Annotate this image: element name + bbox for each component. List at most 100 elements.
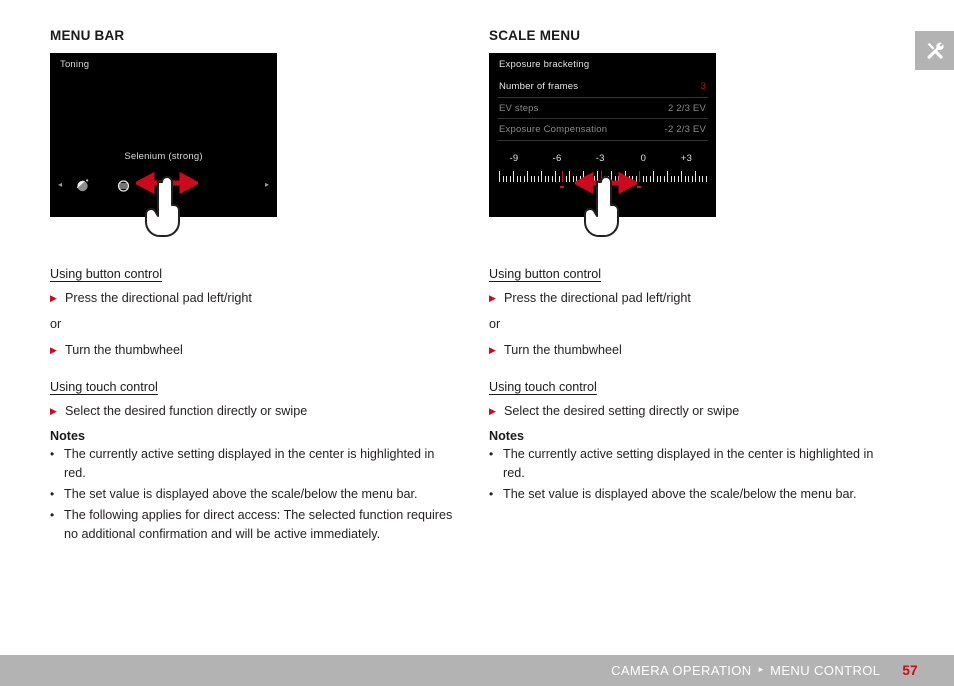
scale-tick-label: +3 — [680, 153, 693, 164]
row-value: 2 2/3 EV — [667, 103, 706, 114]
scale-tick — [583, 171, 585, 182]
scale-tick — [660, 176, 662, 182]
toning-sepia-icon[interactable] — [72, 175, 92, 195]
scale-tick — [499, 171, 500, 182]
scale-tick — [544, 176, 546, 182]
column-scale-menu: SCALE MENU Exposure bracketing Number of… — [489, 28, 919, 506]
triangle-right-icon: ▶ — [50, 345, 57, 355]
note-text: The currently active setting displayed i… — [64, 447, 435, 480]
notes-heading: Notes — [489, 429, 524, 443]
scale-tick — [509, 176, 511, 182]
scale-tick — [698, 176, 700, 182]
step-item: ▶ Turn the thumbwheel — [489, 342, 919, 359]
scale-tick — [558, 176, 560, 182]
scale-tick — [555, 171, 557, 182]
triangle-right-icon: ▶ — [489, 345, 496, 355]
scale-tick — [502, 176, 504, 182]
scale-tick — [572, 176, 574, 182]
row-divider — [497, 140, 708, 141]
scale-tick — [702, 176, 704, 182]
step-text: Press the directional pad left/right — [65, 291, 252, 305]
bullet-dot-icon: • — [489, 487, 494, 501]
scale-tick — [670, 176, 672, 182]
menu-bar-icon-strip[interactable]: ◂ ▸ — [50, 173, 277, 199]
triangle-right-icon: ▶ — [489, 406, 496, 416]
step-item: ▶ Turn the thumbwheel — [50, 342, 480, 359]
scale-tick — [614, 176, 616, 182]
scale-row-number-of-frames[interactable]: Number of frames 3 — [489, 76, 716, 97]
scale-tick-label: -9 — [509, 153, 519, 164]
column-menu-bar: MENU BAR Toning Selenium (strong) ◂ ▸ Us… — [50, 28, 480, 546]
scale-tick — [649, 176, 651, 182]
chevron-left-icon[interactable]: ◂ — [58, 181, 62, 189]
bullet-dot-icon: • — [50, 508, 55, 522]
scale-tick — [565, 176, 567, 182]
scale-tick — [653, 171, 655, 182]
connector-or: or — [50, 317, 62, 331]
camera-screen-scale-menu: Exposure bracketing Number of frames 3 E… — [489, 53, 716, 217]
scale-tick — [604, 176, 606, 182]
instructions-scale-menu: Using button control ▶ Press the directi… — [489, 265, 919, 504]
scale-marker-dot — [560, 186, 565, 188]
scale-tick — [607, 176, 609, 182]
scale-tick — [548, 176, 550, 182]
scale-tick — [674, 176, 676, 182]
breadcrumb-separator-icon: ▸ — [758, 664, 764, 674]
screen-title: Toning — [60, 59, 90, 70]
step-item: ▶ Press the directional pad left/right — [489, 290, 919, 307]
scale-row-exposure-bracketing[interactable]: Exposure bracketing — [489, 54, 716, 75]
note-item: • The set value is displayed above the s… — [50, 485, 480, 504]
subheading-using-button-control: Using button control — [50, 267, 163, 281]
scale-tick — [506, 176, 508, 182]
scale-tick — [579, 176, 581, 182]
subheading-using-touch-control: Using touch control — [489, 380, 597, 394]
scale-tick — [520, 176, 522, 182]
scale-tick — [621, 176, 623, 182]
step-text: Turn the thumbwheel — [504, 343, 622, 357]
scale-tick — [677, 176, 679, 182]
scale-tick — [569, 171, 571, 182]
scale-tick-label: -3 — [595, 153, 605, 164]
step-item: ▶ Select the desired function directly o… — [50, 403, 480, 420]
scale-tick — [551, 176, 553, 182]
scale-tick — [663, 176, 665, 182]
scale-ruler[interactable] — [499, 171, 707, 182]
row-label: Exposure bracketing — [499, 59, 590, 70]
scale-tick — [688, 176, 690, 182]
scale-tick-active — [639, 171, 641, 182]
note-text: The following applies for direct access:… — [64, 508, 453, 541]
scale-marker-dot — [598, 186, 603, 188]
breadcrumb-subsection: MENU CONTROL — [770, 663, 881, 678]
toning-selenium-icon[interactable] — [154, 175, 174, 195]
scale-tick — [656, 176, 658, 182]
toning-blue-icon[interactable] — [113, 175, 133, 195]
notes-heading: Notes — [50, 429, 85, 443]
step-text: Press the directional pad left/right — [504, 291, 691, 305]
scale-tick — [516, 176, 518, 182]
scale-tick — [684, 176, 686, 182]
chevron-right-icon[interactable]: ▸ — [265, 181, 269, 189]
triangle-right-icon: ▶ — [50, 406, 57, 416]
scale-tick-labels: -9 -6 -3 0 +3 — [489, 153, 716, 167]
scale-tick — [523, 176, 525, 182]
scale-tick — [527, 171, 529, 182]
scale-tick-active — [600, 171, 602, 182]
subheading-using-touch-control: Using touch control — [50, 380, 158, 394]
tools-badge[interactable] — [915, 31, 954, 70]
scale-row-exposure-compensation[interactable]: Exposure Compensation -2 2/3 EV — [489, 119, 716, 140]
screen-selected-value: Selenium (strong) — [124, 151, 203, 162]
scale-tick — [618, 176, 620, 182]
row-label: Number of frames — [499, 81, 579, 92]
scale-tick-label: 0 — [640, 153, 647, 164]
scale-tick — [576, 176, 578, 182]
connector-or: or — [489, 317, 501, 331]
scale-tick — [541, 171, 543, 182]
page-footer: CAMERA OPERATION ▸ MENU CONTROL 57 — [0, 655, 954, 686]
scale-tick — [646, 176, 648, 182]
scale-row-ev-steps[interactable]: EV steps 2 2/3 EV — [489, 98, 716, 119]
page-title-menu-bar: MENU BAR — [50, 28, 125, 43]
page-number: 57 — [902, 663, 918, 678]
step-text: Turn the thumbwheel — [65, 343, 183, 357]
scale-tick — [681, 171, 683, 182]
